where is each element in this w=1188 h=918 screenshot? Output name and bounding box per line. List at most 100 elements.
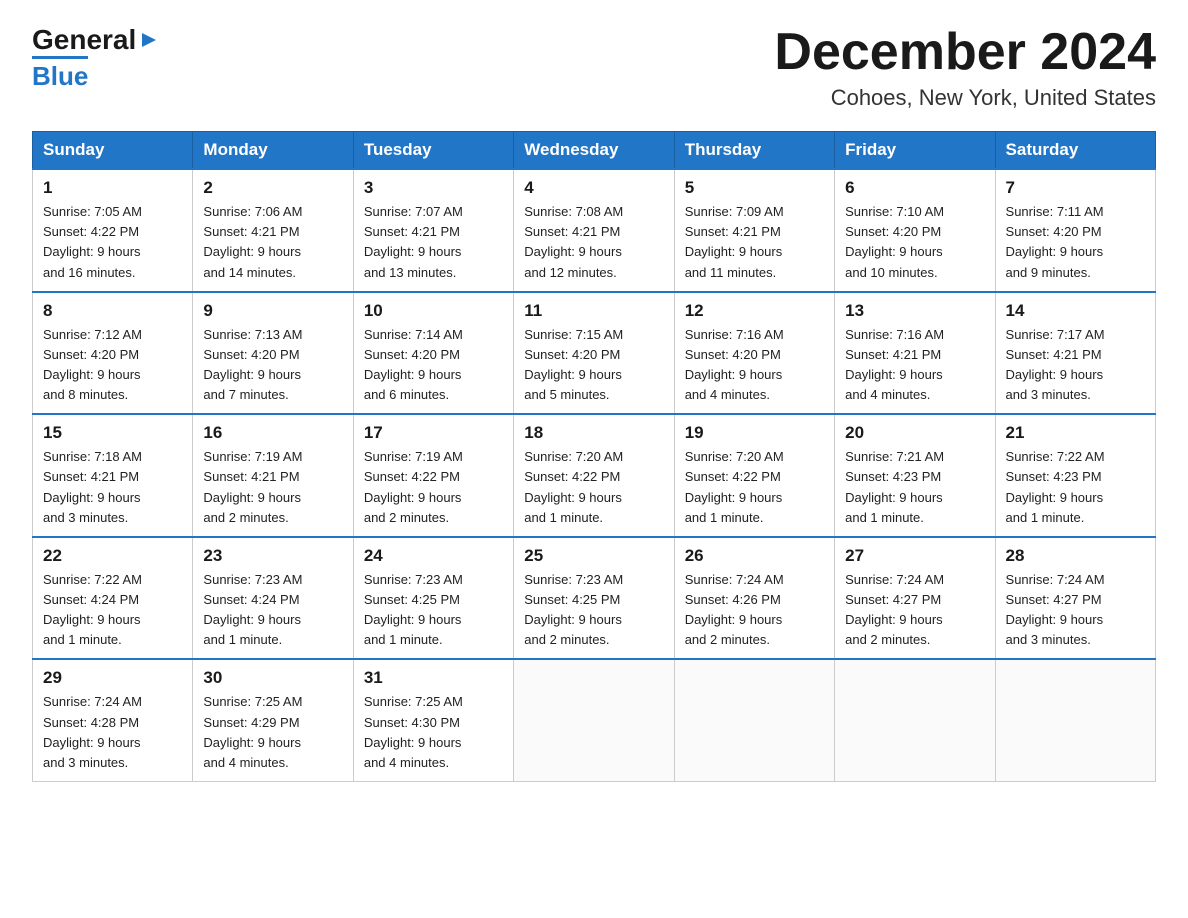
day-info: Sunrise: 7:23 AMSunset: 4:25 PMDaylight:… xyxy=(364,570,503,651)
day-info: Sunrise: 7:15 AMSunset: 4:20 PMDaylight:… xyxy=(524,325,663,406)
table-row: 1 Sunrise: 7:05 AMSunset: 4:22 PMDaylight… xyxy=(33,169,193,292)
table-row: 24 Sunrise: 7:23 AMSunset: 4:25 PMDayligh… xyxy=(353,537,513,660)
table-row: 14Sunrise: 7:17 AMSunset: 4:21 PMDayligh… xyxy=(995,292,1155,415)
day-info: Sunrise: 7:19 AMSunset: 4:22 PMDaylight:… xyxy=(364,447,503,528)
table-row: 2Sunrise: 7:06 AMSunset: 4:21 PMDaylight… xyxy=(193,169,353,292)
day-number: 23 xyxy=(203,546,342,566)
day-number: 19 xyxy=(685,423,824,443)
day-number: 30 xyxy=(203,668,342,688)
table-row: 26Sunrise: 7:24 AMSunset: 4:26 PMDayligh… xyxy=(674,537,834,660)
day-number: 21 xyxy=(1006,423,1145,443)
col-friday: Friday xyxy=(835,132,995,170)
day-number: 16 xyxy=(203,423,342,443)
table-row: 31 Sunrise: 7:25 AMSunset: 4:30 PMDayligh… xyxy=(353,659,513,781)
day-info: Sunrise: 7:10 AMSunset: 4:20 PMDaylight:… xyxy=(845,202,984,283)
day-number: 31 xyxy=(364,668,503,688)
col-thursday: Thursday xyxy=(674,132,834,170)
table-row: 21 Sunrise: 7:22 AMSunset: 4:23 PMDayligh… xyxy=(995,414,1155,537)
logo-general-text: General xyxy=(32,24,136,56)
table-row: 11 Sunrise: 7:15 AMSunset: 4:20 PMDayligh… xyxy=(514,292,674,415)
day-number: 24 xyxy=(364,546,503,566)
day-info: Sunrise: 7:24 AMSunset: 4:27 PMDaylight:… xyxy=(845,570,984,651)
day-number: 6 xyxy=(845,178,984,198)
col-monday: Monday xyxy=(193,132,353,170)
col-saturday: Saturday xyxy=(995,132,1155,170)
day-number: 9 xyxy=(203,301,342,321)
table-row xyxy=(514,659,674,781)
title-block: December 2024 Cohoes, New York, United S… xyxy=(774,24,1156,111)
day-number: 15 xyxy=(43,423,182,443)
day-info: Sunrise: 7:14 AMSunset: 4:20 PMDaylight:… xyxy=(364,325,503,406)
logo-arrow-icon xyxy=(138,29,160,51)
day-info: Sunrise: 7:23 AMSunset: 4:24 PMDaylight:… xyxy=(203,570,342,651)
day-number: 14 xyxy=(1006,301,1145,321)
day-info: Sunrise: 7:16 AMSunset: 4:21 PMDaylight:… xyxy=(845,325,984,406)
day-number: 28 xyxy=(1006,546,1145,566)
col-tuesday: Tuesday xyxy=(353,132,513,170)
table-row xyxy=(995,659,1155,781)
table-row: 29Sunrise: 7:24 AMSunset: 4:28 PMDayligh… xyxy=(33,659,193,781)
day-info: Sunrise: 7:24 AMSunset: 4:27 PMDaylight:… xyxy=(1006,570,1145,651)
day-number: 22 xyxy=(43,546,182,566)
day-number: 11 xyxy=(524,301,663,321)
day-info: Sunrise: 7:25 AMSunset: 4:30 PMDaylight:… xyxy=(364,692,503,773)
calendar-week-row: 22 Sunrise: 7:22 AMSunset: 4:24 PMDayligh… xyxy=(33,537,1156,660)
day-number: 18 xyxy=(524,423,663,443)
logo-blue-text: Blue xyxy=(32,56,88,92)
day-number: 12 xyxy=(685,301,824,321)
day-number: 8 xyxy=(43,301,182,321)
table-row: 20 Sunrise: 7:21 AMSunset: 4:23 PMDayligh… xyxy=(835,414,995,537)
table-row: 18 Sunrise: 7:20 AMSunset: 4:22 PMDayligh… xyxy=(514,414,674,537)
table-row: 17Sunrise: 7:19 AMSunset: 4:22 PMDayligh… xyxy=(353,414,513,537)
day-number: 3 xyxy=(364,178,503,198)
day-info: Sunrise: 7:05 AMSunset: 4:22 PMDaylight:… xyxy=(43,202,182,283)
day-number: 20 xyxy=(845,423,984,443)
day-info: Sunrise: 7:16 AMSunset: 4:20 PMDaylight:… xyxy=(685,325,824,406)
table-row: 5 Sunrise: 7:09 AMSunset: 4:21 PMDaylight… xyxy=(674,169,834,292)
table-row: 27 Sunrise: 7:24 AMSunset: 4:27 PMDayligh… xyxy=(835,537,995,660)
day-number: 7 xyxy=(1006,178,1145,198)
table-row: 4 Sunrise: 7:08 AMSunset: 4:21 PMDaylight… xyxy=(514,169,674,292)
calendar-week-row: 29Sunrise: 7:24 AMSunset: 4:28 PMDayligh… xyxy=(33,659,1156,781)
table-row: 30 Sunrise: 7:25 AMSunset: 4:29 PMDayligh… xyxy=(193,659,353,781)
day-info: Sunrise: 7:21 AMSunset: 4:23 PMDaylight:… xyxy=(845,447,984,528)
day-number: 27 xyxy=(845,546,984,566)
day-info: Sunrise: 7:12 AMSunset: 4:20 PMDaylight:… xyxy=(43,325,182,406)
month-title: December 2024 xyxy=(774,24,1156,81)
day-info: Sunrise: 7:23 AMSunset: 4:25 PMDaylight:… xyxy=(524,570,663,651)
day-number: 26 xyxy=(685,546,824,566)
table-row: 15 Sunrise: 7:18 AMSunset: 4:21 PMDayligh… xyxy=(33,414,193,537)
day-number: 5 xyxy=(685,178,824,198)
logo: General Blue xyxy=(32,24,160,92)
table-row: 8 Sunrise: 7:12 AMSunset: 4:20 PMDaylight… xyxy=(33,292,193,415)
table-row: 28 Sunrise: 7:24 AMSunset: 4:27 PMDayligh… xyxy=(995,537,1155,660)
table-row: 6 Sunrise: 7:10 AMSunset: 4:20 PMDaylight… xyxy=(835,169,995,292)
table-row: 13Sunrise: 7:16 AMSunset: 4:21 PMDayligh… xyxy=(835,292,995,415)
table-row: 16 Sunrise: 7:19 AMSunset: 4:21 PMDayligh… xyxy=(193,414,353,537)
day-number: 4 xyxy=(524,178,663,198)
table-row xyxy=(835,659,995,781)
table-row: 10Sunrise: 7:14 AMSunset: 4:20 PMDayligh… xyxy=(353,292,513,415)
day-info: Sunrise: 7:18 AMSunset: 4:21 PMDaylight:… xyxy=(43,447,182,528)
day-info: Sunrise: 7:22 AMSunset: 4:23 PMDaylight:… xyxy=(1006,447,1145,528)
day-info: Sunrise: 7:09 AMSunset: 4:21 PMDaylight:… xyxy=(685,202,824,283)
day-info: Sunrise: 7:19 AMSunset: 4:21 PMDaylight:… xyxy=(203,447,342,528)
page-header: General Blue December 2024 Cohoes, New Y… xyxy=(32,24,1156,111)
day-info: Sunrise: 7:11 AMSunset: 4:20 PMDaylight:… xyxy=(1006,202,1145,283)
table-row: 9Sunrise: 7:13 AMSunset: 4:20 PMDaylight… xyxy=(193,292,353,415)
day-info: Sunrise: 7:08 AMSunset: 4:21 PMDaylight:… xyxy=(524,202,663,283)
day-info: Sunrise: 7:20 AMSunset: 4:22 PMDaylight:… xyxy=(524,447,663,528)
day-info: Sunrise: 7:22 AMSunset: 4:24 PMDaylight:… xyxy=(43,570,182,651)
day-number: 25 xyxy=(524,546,663,566)
day-info: Sunrise: 7:07 AMSunset: 4:21 PMDaylight:… xyxy=(364,202,503,283)
col-sunday: Sunday xyxy=(33,132,193,170)
day-number: 1 xyxy=(43,178,182,198)
col-wednesday: Wednesday xyxy=(514,132,674,170)
day-number: 29 xyxy=(43,668,182,688)
day-info: Sunrise: 7:25 AMSunset: 4:29 PMDaylight:… xyxy=(203,692,342,773)
table-row: 25 Sunrise: 7:23 AMSunset: 4:25 PMDayligh… xyxy=(514,537,674,660)
calendar-header-row: Sunday Monday Tuesday Wednesday Thursday… xyxy=(33,132,1156,170)
table-row: 3 Sunrise: 7:07 AMSunset: 4:21 PMDaylight… xyxy=(353,169,513,292)
calendar-table: Sunday Monday Tuesday Wednesday Thursday… xyxy=(32,131,1156,782)
table-row xyxy=(674,659,834,781)
